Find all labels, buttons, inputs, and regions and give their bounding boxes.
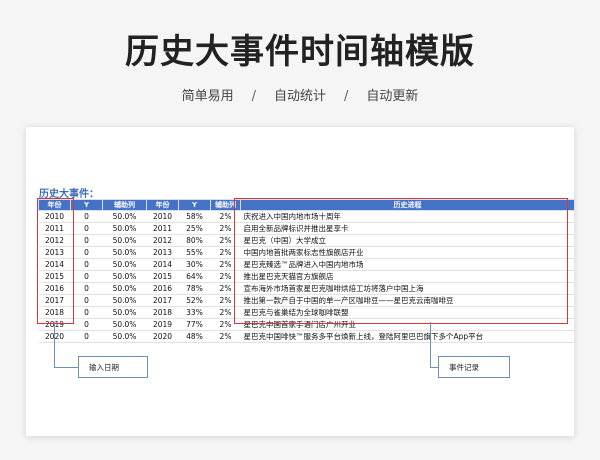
cell-helper: 50.0%	[102, 258, 147, 271]
cell-year-2: 2010	[146, 210, 179, 223]
event-callout-line	[430, 322, 431, 367]
cell-y-2: 78%	[178, 282, 211, 295]
cell-helper: 50.0%	[102, 306, 147, 319]
cell-y-2: 77%	[178, 318, 211, 331]
cell-y-2: 55%	[178, 246, 211, 259]
cell-y-2: 25%	[178, 222, 211, 235]
cell-y-2: 80%	[178, 234, 211, 247]
date-column-highlight	[37, 198, 74, 324]
cell-helper: 50.0%	[102, 246, 147, 259]
cell-y: 0	[70, 318, 103, 331]
event-record-callout: 事件记录	[438, 356, 510, 378]
feature-auto-stats: 自动统计	[273, 89, 326, 104]
cell-helper: 50.0%	[102, 330, 147, 343]
cell-helper-2: 2%	[210, 330, 241, 343]
cell-y-2: 58%	[178, 210, 211, 223]
cell-y: 0	[70, 270, 103, 283]
cell-helper: 50.0%	[102, 294, 147, 307]
col-y: Y	[70, 199, 103, 211]
cell-y-2: 30%	[178, 258, 211, 271]
cell-year-2: 2019	[146, 318, 179, 331]
feature-separator: /	[344, 89, 349, 104]
col-y-2: Y	[178, 199, 211, 211]
cell-y: 0	[70, 210, 103, 223]
date-callout-line	[54, 367, 78, 368]
cell-year-2: 2017	[146, 294, 179, 307]
cell-year-2: 2011	[146, 222, 179, 235]
cell-y: 0	[70, 330, 103, 343]
cell-y-2: 33%	[178, 306, 211, 319]
table-row: 2020050.0%202048%2%星巴克中国啡快™服务多平台焕新上线，登陆阿…	[38, 330, 575, 343]
cell-y: 0	[70, 234, 103, 247]
cell-y: 0	[70, 294, 103, 307]
cell-y: 0	[70, 222, 103, 235]
date-input-callout: 输入日期	[78, 356, 148, 378]
cell-y: 0	[70, 306, 103, 319]
event-callout-line	[430, 367, 438, 368]
feature-separator: /	[251, 89, 256, 104]
cell-helper: 50.0%	[102, 222, 147, 235]
cell-helper: 50.0%	[102, 234, 147, 247]
cell-helper: 50.0%	[102, 210, 147, 223]
cell-helper: 50.0%	[102, 318, 147, 331]
cell-year-2: 2012	[146, 234, 179, 247]
feature-easy: 简单易用	[181, 89, 234, 104]
cell-year-2: 2016	[146, 282, 179, 295]
cell-year-2: 2018	[146, 306, 179, 319]
cell-helper: 50.0%	[102, 270, 147, 283]
cell-year-2: 2015	[146, 270, 179, 283]
cell-y: 0	[70, 282, 103, 295]
feature-auto-update: 自动更新	[366, 89, 419, 104]
event-column-highlight	[234, 198, 568, 324]
cell-y-2: 48%	[178, 330, 211, 343]
cell-event: 星巴克中国啡快™服务多平台焕新上线，登陆阿里巴巴旗下多个App平台	[240, 330, 575, 343]
col-year-2: 年份	[146, 199, 179, 211]
cell-year-2: 2020	[146, 330, 179, 343]
cell-year-2: 2014	[146, 258, 179, 271]
cell-year-2: 2013	[146, 246, 179, 259]
page-title: 历史大事件时间轴模版	[125, 32, 475, 72]
cell-y-2: 52%	[178, 294, 211, 307]
cell-y-2: 64%	[178, 270, 211, 283]
feature-list: 简单易用 / 自动统计 / 自动更新	[0, 85, 600, 104]
col-helper: 辅助列	[102, 199, 147, 211]
cell-y: 0	[70, 258, 103, 271]
cell-y: 0	[70, 246, 103, 259]
cell-helper: 50.0%	[102, 282, 147, 295]
date-callout-line	[54, 322, 55, 367]
